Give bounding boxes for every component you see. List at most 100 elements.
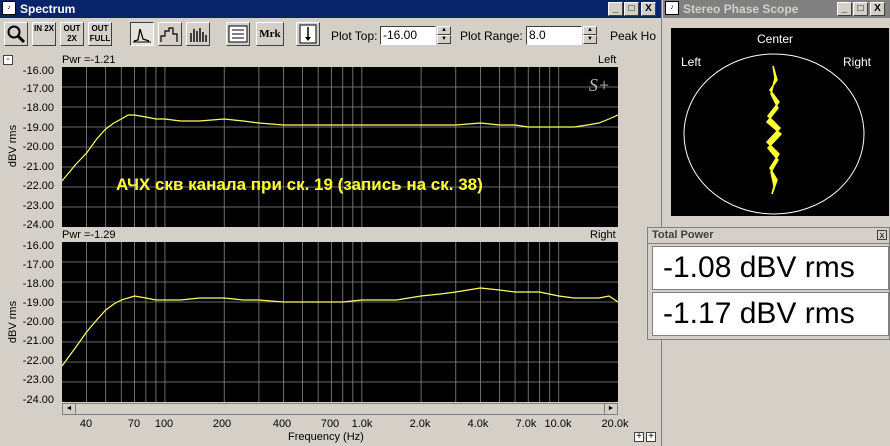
y-tick: -18.00 (22, 278, 54, 290)
plot-top-input[interactable]: -16.00 (380, 26, 436, 45)
x-tick: 20.0k (601, 418, 629, 430)
x-tick: 700 (320, 418, 340, 430)
spin-up-icon[interactable]: ▲ (583, 26, 597, 35)
x-tick: 2.0k (409, 418, 431, 430)
y-tick: -17.00 (22, 259, 54, 271)
x-tick: 70 (127, 418, 141, 430)
total-power-title: Total Power (652, 229, 714, 241)
zoom-tool-button[interactable] (4, 22, 28, 46)
spectrum-title: Spectrum (20, 2, 76, 16)
zoom-out-full-button[interactable]: OUT FULL (88, 22, 112, 46)
y-tick: -22.00 (22, 355, 54, 367)
y-tick: -24.00 (22, 394, 54, 406)
minimize-button[interactable]: _ (608, 2, 623, 16)
y-tick: -20.00 (22, 316, 54, 328)
marker-label: Mrk (259, 28, 281, 40)
phase-scope-title: Stereo Phase Scope (683, 2, 799, 16)
zoom-full-icon: OUT FULL (89, 24, 111, 43)
zoom-plus-icon[interactable]: + (634, 432, 644, 442)
chart-annotation: АЧХ скв канала при ск. 19 (запись на ск.… (116, 175, 483, 194)
x-axis-label: Frequency (Hz) (288, 431, 364, 443)
right-spectrum-plot[interactable] (62, 242, 618, 402)
right-spectrum-svg (62, 242, 618, 402)
scroll-left-icon[interactable]: ◄ (63, 404, 76, 414)
close-button[interactable]: X (870, 2, 885, 16)
line-view-button[interactable] (130, 22, 154, 46)
scroll-right-icon[interactable]: ► (604, 404, 617, 414)
y-tick: -24.00 (22, 219, 54, 231)
x-tick: 7.0k (515, 418, 537, 430)
phase-scope-titlebar[interactable]: ♪ Stereo Phase Scope _ □ X (663, 0, 890, 18)
y-tick: -19.00 (22, 122, 54, 134)
spectrum-window: ♪ Spectrum _ □ X IN 2X OUT 2X OUT FULL M… (0, 0, 662, 446)
octave-bars-icon (190, 28, 207, 42)
x-tick: 100 (154, 418, 174, 430)
cursor-icon (299, 24, 317, 44)
y-tick: -17.00 (22, 83, 54, 95)
x-tick: 10.0k (544, 418, 572, 430)
y-tick: -21.00 (22, 161, 54, 173)
y-tick: -20.00 (22, 141, 54, 153)
magnifier-icon (7, 25, 26, 44)
y-tick: -22.00 (22, 180, 54, 192)
plot-range-label: Plot Range: (460, 29, 523, 43)
line-graph-icon (133, 28, 151, 43)
zoom-out-icon: OUT 2X (63, 24, 81, 43)
phase-trace (765, 65, 783, 195)
y-tick: -23.00 (22, 200, 54, 212)
spin-down-icon[interactable]: ▼ (583, 35, 597, 44)
settings-button[interactable] (226, 22, 250, 46)
x-tick: 4.0k (467, 418, 489, 430)
maximize-button[interactable]: □ (624, 2, 639, 16)
spectrum-titlebar[interactable]: ♪ Spectrum _ □ X (0, 0, 661, 18)
zoom-out-2x-button[interactable]: OUT 2X (60, 22, 84, 46)
zoom-in-icon: IN 2X (33, 24, 54, 33)
phase-scope-window: ♪ Stereo Phase Scope _ □ X Center Left R… (663, 0, 890, 222)
cursor-button[interactable] (296, 22, 320, 46)
zoom-plus-icon[interactable]: + (646, 432, 656, 442)
close-button[interactable]: X (641, 2, 656, 16)
left-label: Left (681, 55, 702, 69)
spectrum-trace-left (62, 114, 618, 182)
bottom-channel-label: Right (590, 229, 616, 241)
y-tick: -16.00 (22, 65, 54, 77)
plot-range-input[interactable]: 8.0 (526, 26, 582, 45)
app-icon: ♪ (665, 1, 679, 15)
top-channel-label: Left (598, 54, 617, 66)
plot-range-spinner[interactable]: ▲ ▼ (583, 26, 597, 45)
y-tick: -21.00 (22, 335, 54, 347)
spin-up-icon[interactable]: ▲ (437, 26, 451, 35)
right-power-readout: -1.17 dBV rms (652, 292, 889, 336)
frequency-scrollbar[interactable]: ◄ ► (62, 403, 618, 415)
spectrum-trace-right (62, 287, 618, 367)
app-icon: ♪ (2, 1, 16, 15)
s-plus-logo: S+ (588, 75, 610, 95)
phase-scope-display[interactable]: Center Left Right (671, 28, 889, 216)
zoom-in-2x-button[interactable]: IN 2X (32, 22, 56, 46)
y-tick: -23.00 (22, 374, 54, 386)
minimize-button[interactable]: _ (837, 2, 852, 16)
peak-hold-label[interactable]: Peak Ho (610, 29, 656, 43)
x-tick: 200 (212, 418, 232, 430)
total-power-window: Total Power x -1.08 dBV rms -1.17 dBV rm… (647, 227, 890, 340)
right-label: Right (843, 55, 872, 69)
maximize-button[interactable]: □ (853, 2, 868, 16)
plot-top-spinner[interactable]: ▲ ▼ (437, 26, 451, 45)
center-label: Center (757, 32, 794, 46)
x-tick: 400 (272, 418, 292, 430)
left-spectrum-svg (62, 67, 618, 227)
left-spectrum-plot[interactable]: S+ АЧХ скв канала при ск. 19 (запись на … (62, 67, 618, 227)
collapse-button[interactable]: - (3, 55, 13, 65)
plot-top-label: Plot Top: (331, 29, 378, 43)
octave-view-button[interactable] (186, 22, 210, 46)
bar-graph-icon (160, 27, 178, 42)
marker-button[interactable]: Mrk (256, 22, 284, 46)
bar-view-button[interactable] (158, 22, 182, 46)
y-tick: -18.00 (22, 102, 54, 114)
total-power-titlebar[interactable]: Total Power x (648, 228, 889, 244)
left-power-readout: -1.08 dBV rms (652, 246, 889, 290)
x-tick: 1.0k (351, 418, 373, 430)
settings-icon (228, 25, 248, 43)
spin-down-icon[interactable]: ▼ (437, 35, 451, 44)
close-icon[interactable]: x (877, 230, 887, 240)
